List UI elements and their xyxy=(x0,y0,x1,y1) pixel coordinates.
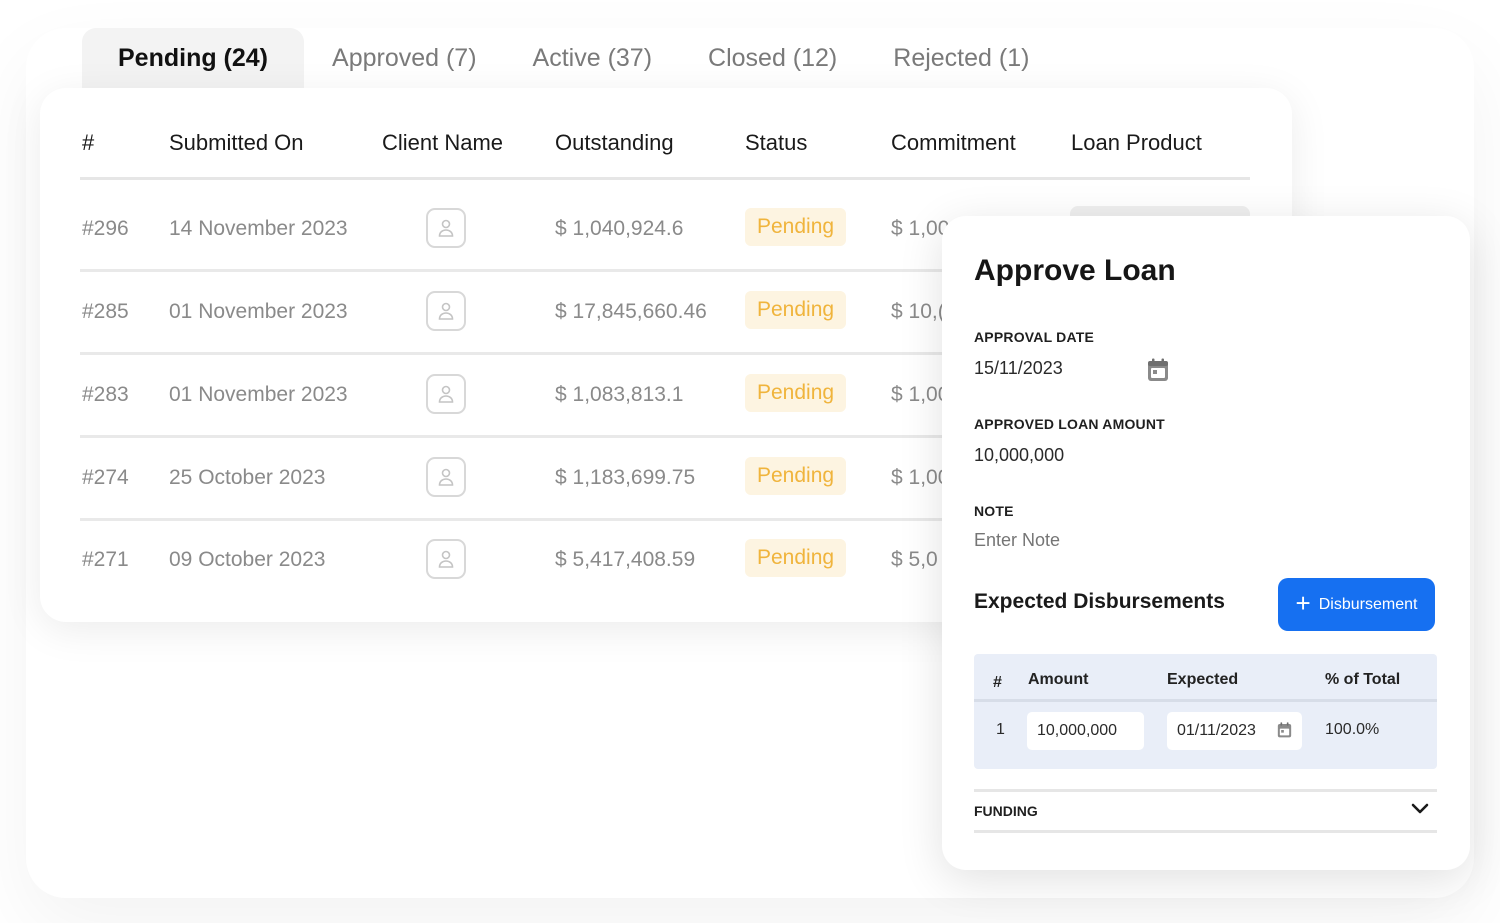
approve-loan-panel: Approve Loan APPROVAL DATE 15/11/2023 AP… xyxy=(942,216,1470,870)
row-outstanding: $ 1,183,699.75 xyxy=(555,466,696,489)
note-label: NOTE xyxy=(974,503,1014,519)
row-submitted-date: 01 November 2023 xyxy=(169,300,348,323)
row-id: #271 xyxy=(82,548,129,571)
col-header-status[interactable]: Status xyxy=(745,130,807,156)
disb-amount-input[interactable]: 10,000,000 xyxy=(1027,712,1144,750)
row-id: #274 xyxy=(82,466,129,489)
row-submitted-date: 14 November 2023 xyxy=(169,217,348,240)
tab-rejected[interactable]: Rejected (1) xyxy=(865,28,1057,88)
row-submitted-date: 25 October 2023 xyxy=(169,466,326,489)
status-badge: Pending xyxy=(745,208,847,246)
funding-accordion[interactable]: FUNDING xyxy=(974,789,1437,833)
row-commitment: $ 1,00 xyxy=(891,217,950,240)
row-commitment: $ 10,( xyxy=(891,300,945,323)
user-icon[interactable] xyxy=(426,374,466,414)
status-tabs: Pending (24) Approved (7) Active (37) Cl… xyxy=(82,28,1057,88)
plus-icon: + xyxy=(1295,588,1311,618)
note-input[interactable] xyxy=(974,530,1374,551)
disb-col-num: # xyxy=(993,674,1002,691)
user-icon[interactable] xyxy=(426,291,466,331)
disb-col-expected: Expected xyxy=(1167,671,1239,688)
disb-col-amount: Amount xyxy=(1028,671,1089,688)
approval-date-label: APPROVAL DATE xyxy=(974,329,1095,345)
expected-disbursements-title: Expected Disbursements xyxy=(974,590,1225,613)
row-outstanding: $ 5,417,408.59 xyxy=(555,548,696,571)
status-badge: Pending xyxy=(745,291,847,329)
disbursements-header: # Amount Expected % of Total xyxy=(974,654,1437,702)
user-icon[interactable] xyxy=(426,208,466,248)
disb-col-pct: % of Total xyxy=(1325,671,1401,688)
col-header-outstanding[interactable]: Outstanding xyxy=(555,130,674,156)
add-disbursement-button[interactable]: + Disbursement xyxy=(1278,578,1435,631)
row-outstanding: $ 1,083,813.1 xyxy=(555,383,684,406)
row-commitment: $ 1,00 xyxy=(891,466,950,489)
row-id: #283 xyxy=(82,383,129,406)
row-outstanding: $ 17,845,660.46 xyxy=(555,300,707,323)
tab-closed[interactable]: Closed (12) xyxy=(680,28,865,88)
approval-date-field[interactable]: 15/11/2023 xyxy=(974,358,1063,379)
user-icon[interactable] xyxy=(426,539,466,579)
row-id: #296 xyxy=(82,217,129,240)
row-submitted-date: 09 October 2023 xyxy=(169,548,326,571)
disbursements-table: # Amount Expected % of Total 1 10,000,00… xyxy=(974,654,1437,769)
approved-amount-label: APPROVED LOAN AMOUNT xyxy=(974,416,1165,432)
add-disbursement-label: Disbursement xyxy=(1318,595,1418,613)
tab-pending[interactable]: Pending (24) xyxy=(82,28,305,88)
disb-expected-date-input[interactable]: 01/11/2023 xyxy=(1167,712,1302,750)
panel-title: Approve Loan xyxy=(974,254,1176,287)
status-badge: Pending xyxy=(745,539,847,577)
tab-approved[interactable]: Approved (7) xyxy=(304,28,505,88)
calendar-icon[interactable] xyxy=(1147,358,1169,387)
status-badge: Pending xyxy=(745,374,847,412)
approved-amount-field[interactable]: 10,000,000 xyxy=(974,445,1064,466)
disb-row-pct: 100.0% xyxy=(1325,721,1380,738)
col-header-client[interactable]: Client Name xyxy=(382,130,503,156)
disb-row-num: 1 xyxy=(996,721,1005,738)
status-badge: Pending xyxy=(745,457,847,495)
col-header-commitment[interactable]: Commitment xyxy=(891,130,1016,156)
row-outstanding: $ 1,040,924.6 xyxy=(555,217,684,240)
row-commitment: $ 1,00 xyxy=(891,383,950,406)
row-id: #285 xyxy=(82,300,129,323)
table-header: # Submitted On Client Name Outstanding S… xyxy=(80,118,1250,180)
col-header-submitted[interactable]: Submitted On xyxy=(169,130,304,156)
user-icon[interactable] xyxy=(426,457,466,497)
row-commitment: $ 5,0 xyxy=(891,548,938,571)
tab-active[interactable]: Active (37) xyxy=(505,28,680,88)
col-header-product[interactable]: Loan Product xyxy=(1071,130,1202,156)
row-submitted-date: 01 November 2023 xyxy=(169,383,348,406)
funding-label: FUNDING xyxy=(974,803,1038,819)
col-header-id[interactable]: # xyxy=(82,130,94,156)
chevron-down-icon xyxy=(1411,802,1429,820)
disb-expected-date-value: 01/11/2023 xyxy=(1177,722,1256,739)
calendar-icon[interactable] xyxy=(1277,722,1292,743)
